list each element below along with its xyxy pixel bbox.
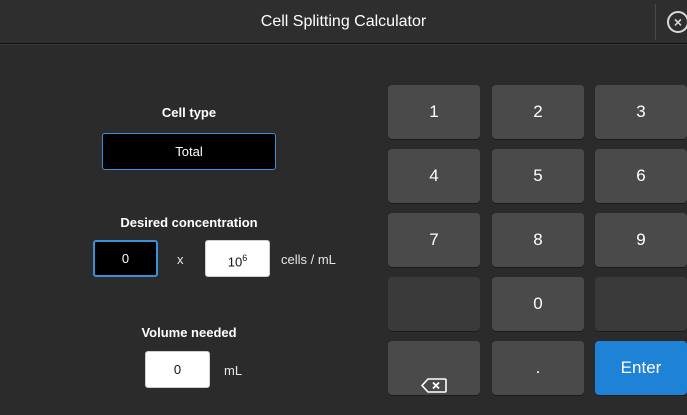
- volume-input[interactable]: 0: [145, 351, 210, 388]
- times-symbol: x: [177, 252, 184, 267]
- volume-label: Volume needed: [141, 325, 237, 340]
- cell-type-select[interactable]: Total: [102, 133, 276, 170]
- key-3[interactable]: 3: [595, 85, 687, 139]
- cell-type-label: Cell type: [161, 105, 217, 120]
- title-divider: [655, 4, 656, 40]
- exponent-power: 6: [242, 253, 248, 263]
- key-5[interactable]: 5: [492, 149, 584, 203]
- backspace-icon: [420, 361, 447, 393]
- key-7[interactable]: 7: [388, 213, 480, 267]
- concentration-input[interactable]: 0: [93, 240, 158, 277]
- concentration-label: Desired concentration: [120, 215, 258, 230]
- key-blank-right: [595, 277, 687, 331]
- exponent-base: 10: [227, 254, 243, 270]
- enter-button[interactable]: Enter: [595, 341, 687, 395]
- key-1[interactable]: 1: [388, 85, 480, 139]
- window-title: Cell Splitting Calculator: [260, 13, 427, 30]
- key-9[interactable]: 9: [595, 213, 687, 267]
- key-dot[interactable]: .: [492, 341, 584, 395]
- close-icon[interactable]: ×: [667, 11, 687, 33]
- calculator-body: Cell type Total Desired concentration 0 …: [0, 45, 687, 415]
- key-0[interactable]: 0: [492, 277, 584, 331]
- title-bar: Cell Splitting Calculator ×: [0, 0, 687, 44]
- backspace-button[interactable]: [388, 341, 480, 395]
- key-blank-left: [388, 277, 480, 331]
- key-2[interactable]: 2: [492, 85, 584, 139]
- key-8[interactable]: 8: [492, 213, 584, 267]
- concentration-unit: cells / mL: [281, 252, 336, 267]
- key-4[interactable]: 4: [388, 149, 480, 203]
- key-6[interactable]: 6: [595, 149, 687, 203]
- exponent-field[interactable]: 106: [205, 240, 270, 277]
- volume-unit: mL: [224, 363, 243, 378]
